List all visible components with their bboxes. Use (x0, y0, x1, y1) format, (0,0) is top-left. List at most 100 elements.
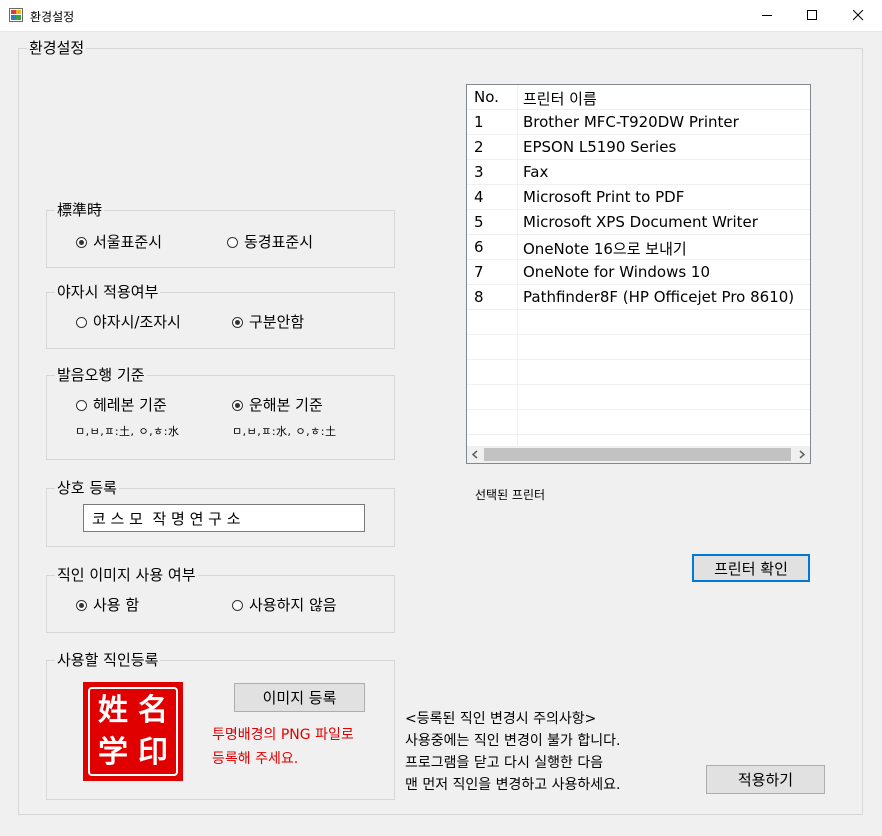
row-printer-name: Microsoft XPS Document Writer (523, 213, 758, 231)
row-no: 7 (474, 263, 484, 281)
radio-unchecked-icon (76, 399, 87, 411)
printer-confirm-button[interactable]: 프린터 확인 (692, 554, 810, 582)
notice-line: 맨 먼저 직인을 변경하고 사용하세요. (405, 777, 621, 793)
empty-row (467, 385, 810, 410)
seal-image: 姓 名 学 印 (83, 682, 183, 781)
unhaebon-note: ㅁ,ㅂ,ㅍ:水, ㅇ,ㅎ:土 (232, 425, 337, 438)
radio-herebon-label: 헤레본 기준 (93, 396, 167, 414)
night-time-label: 야자시 적용여부 (55, 282, 161, 302)
row-no: 6 (474, 238, 484, 256)
standard-time-group: 標準時 서울표준시 동경표준시 (46, 200, 395, 268)
register-image-button[interactable]: 이미지 등록 (234, 683, 365, 712)
night-time-group: 야자시 적용여부 야자시/조자시 구분안함 (46, 282, 395, 349)
seal-use-group: 직인 이미지 사용 여부 사용 함 사용하지 않음 (46, 565, 395, 633)
close-icon (852, 10, 863, 21)
printer-list[interactable]: No. 프린터 이름 1 Brother MFC-T920DW Printer 2… (466, 84, 811, 464)
radio-checked-icon (232, 316, 243, 328)
row-no: 8 (474, 288, 484, 306)
row-printer-name: Microsoft Print to PDF (523, 188, 685, 206)
row-printer-name: Fax (523, 163, 549, 181)
seal-hint-line: 투명배경의 PNG 파일로 (212, 727, 354, 743)
row-no: 4 (474, 188, 484, 206)
list-header: No. 프린터 이름 (467, 85, 810, 110)
table-row[interactable]: 8 Pathfinder8F (HP Officejet Pro 8610) (467, 285, 810, 310)
row-printer-name: Pathfinder8F (HP Officejet Pro 8610) (523, 288, 795, 306)
radio-seal-use-label: 사용 함 (93, 596, 140, 614)
selected-printer-label: 선택된 프린터 (475, 488, 546, 502)
row-printer-name: EPSON L5190 Series (523, 138, 677, 156)
row-printer-name: OneNote 16으로 보내기 (523, 240, 687, 258)
radio-seoul-time-label: 서울표준시 (93, 233, 163, 251)
seal-hint-line: 등록해 주세요. (212, 751, 299, 767)
seal-char: 学 (98, 734, 128, 770)
seal-hint: 투명배경의 PNG 파일로 등록해 주세요. (212, 723, 354, 771)
notice-line: <등록된 직인 변경시 주의사항> (405, 711, 597, 727)
radio-tokyo-time-label: 동경표준시 (244, 233, 314, 251)
radio-seal-no-use-label: 사용하지 않음 (249, 596, 337, 614)
title-bar[interactable]: 환경설정 (0, 0, 882, 32)
scroll-right-icon[interactable] (798, 450, 806, 459)
scrollbar-thumb[interactable] (484, 448, 791, 461)
maximize-button[interactable] (789, 0, 835, 31)
table-row[interactable]: 6 OneNote 16으로 보내기 (467, 235, 810, 260)
radio-checked-icon (76, 236, 87, 248)
radio-night-split-label: 야자시/조자시 (93, 313, 181, 331)
table-row[interactable]: 5 Microsoft XPS Document Writer (467, 210, 810, 235)
app-icon (9, 8, 23, 22)
minimize-button[interactable] (744, 0, 790, 31)
apply-button[interactable]: 적용하기 (706, 765, 825, 794)
seal-change-notice: <등록된 직인 변경시 주의사항> 사용중에는 직인 변경이 불가 합니다. 프… (405, 708, 620, 796)
radio-unhaebon-label: 운해본 기준 (249, 396, 323, 414)
row-no: 1 (474, 113, 484, 131)
table-row[interactable]: 7 OneNote for Windows 10 (467, 260, 810, 285)
close-button[interactable] (835, 0, 881, 31)
minimize-icon (761, 15, 772, 16)
seal-register-group: 사용할 직인등록 姓 名 学 印 이미지 등록 투명배경의 PNG 파일로 등록… (46, 650, 395, 800)
radio-no-split[interactable]: 구분안함 (232, 313, 304, 331)
radio-checked-icon (76, 599, 87, 611)
notice-line: 사용중에는 직인 변경이 불가 합니다. (405, 733, 621, 749)
pronunciation-label: 발음오행 기준 (55, 365, 147, 385)
radio-unhaebon[interactable]: 운해본 기준 (232, 396, 323, 414)
radio-seoul-time[interactable]: 서울표준시 (76, 233, 162, 251)
seal-register-label: 사용할 직인등록 (55, 650, 161, 670)
empty-row (467, 410, 810, 435)
business-name-input[interactable]: 코 스 모 작 명 연 구 소 (83, 504, 365, 532)
row-no: 3 (474, 163, 484, 181)
column-header-no[interactable]: No. (474, 88, 499, 106)
radio-herebon[interactable]: 헤레본 기준 (76, 396, 167, 414)
notice-line: 프로그램을 닫고 다시 실행한 다음 (405, 755, 604, 771)
table-row[interactable]: 4 Microsoft Print to PDF (467, 185, 810, 210)
empty-row (467, 310, 810, 335)
table-row[interactable]: 1 Brother MFC-T920DW Printer (467, 110, 810, 135)
maximize-icon (806, 10, 817, 20)
main-settings-label: 환경설정 (27, 38, 87, 58)
radio-night-split[interactable]: 야자시/조자시 (76, 313, 181, 331)
row-printer-name: OneNote for Windows 10 (523, 263, 711, 281)
seal-char: 印 (138, 734, 168, 770)
empty-row (467, 335, 810, 360)
business-name-label: 상호 등록 (55, 478, 119, 498)
row-printer-name: Brother MFC-T920DW Printer (523, 113, 739, 131)
empty-row (467, 360, 810, 385)
herebon-note: ㅁ,ㅂ,ㅍ:土, ㅇ,ㅎ:水 (75, 425, 180, 438)
scroll-left-icon[interactable] (471, 450, 479, 459)
column-header-printer-name[interactable]: 프린터 이름 (523, 88, 597, 109)
radio-unchecked-icon (76, 316, 87, 328)
radio-tokyo-time[interactable]: 동경표준시 (227, 233, 313, 251)
row-no: 2 (474, 138, 484, 156)
table-row[interactable]: 3 Fax (467, 160, 810, 185)
table-row[interactable]: 2 EPSON L5190 Series (467, 135, 810, 160)
horizontal-scrollbar[interactable] (467, 446, 810, 463)
pronunciation-group: 발음오행 기준 헤레본 기준 ㅁ,ㅂ,ㅍ:土, ㅇ,ㅎ:水 운해본 기준 ㅁ,ㅂ… (46, 365, 395, 460)
business-name-group: 상호 등록 코 스 모 작 명 연 구 소 (46, 478, 395, 547)
radio-seal-use[interactable]: 사용 함 (76, 596, 139, 614)
row-no: 5 (474, 213, 484, 231)
radio-checked-icon (232, 399, 243, 411)
radio-unchecked-icon (232, 599, 243, 611)
radio-unchecked-icon (227, 236, 238, 248)
radio-seal-no-use[interactable]: 사용하지 않음 (232, 596, 337, 614)
window-title: 환경설정 (30, 10, 75, 24)
seal-use-label: 직인 이미지 사용 여부 (55, 565, 198, 585)
seal-char: 名 (138, 693, 168, 728)
